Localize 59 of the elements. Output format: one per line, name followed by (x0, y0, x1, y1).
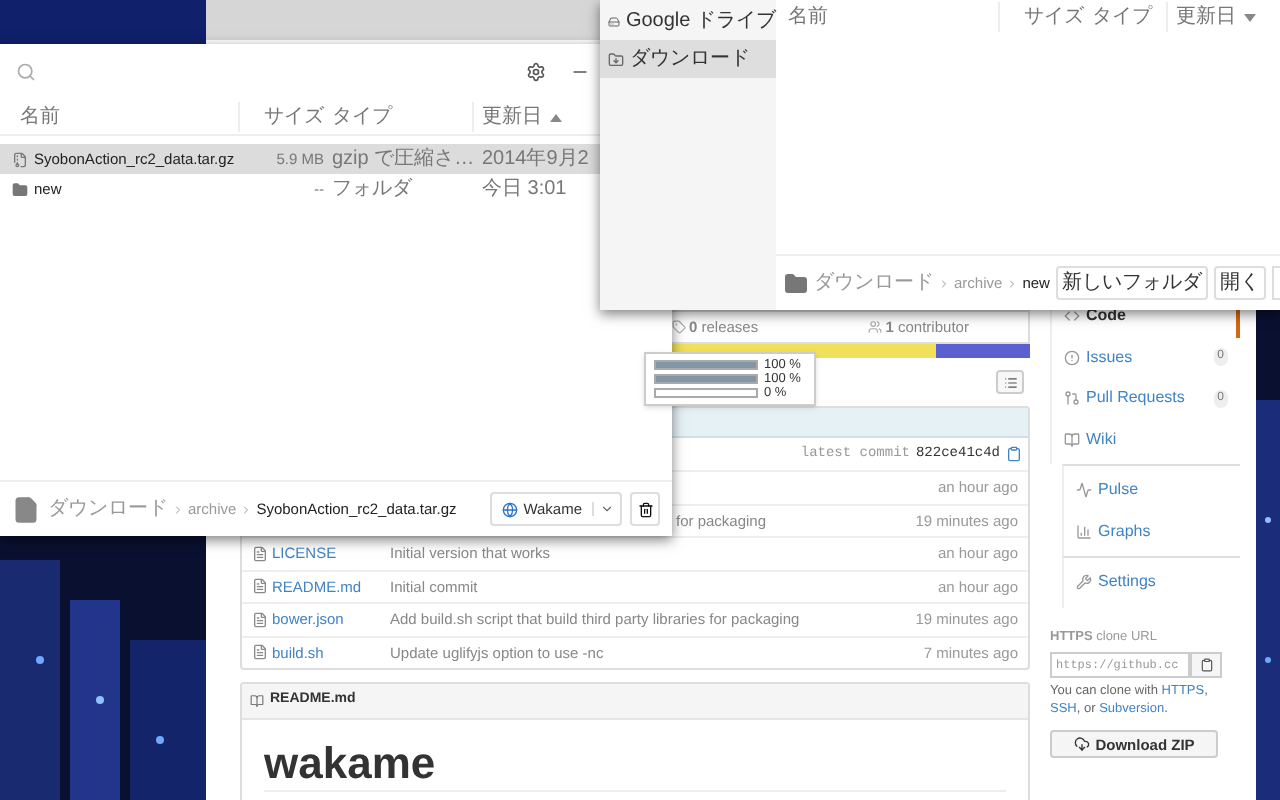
nav-icon (1076, 523, 1092, 540)
column-header[interactable]: サイズ (240, 102, 324, 132)
list-icon (1003, 375, 1017, 389)
file-type: gzip で圧縮さ… (330, 145, 474, 174)
readme-heading: wakame (264, 738, 1006, 792)
chevron-icon (1006, 277, 1019, 289)
sidebar-item[interactable]: Google ドライブ (600, 2, 776, 40)
trash-icon (637, 501, 653, 517)
nav-icon (1064, 308, 1080, 325)
dialog-button[interactable]: 新しいフォルダ (1056, 266, 1208, 300)
cloud-download-icon (1073, 736, 1090, 753)
file-icon (252, 578, 268, 595)
nav-item[interactable]: Wiki (1052, 419, 1240, 460)
breadcrumb-item[interactable]: ダウンロード (48, 494, 168, 524)
sidebar-item[interactable]: ダウンロード (600, 40, 776, 78)
column-header[interactable]: タイプ (1084, 2, 1168, 32)
column-header[interactable]: 名前 (0, 102, 240, 132)
column-header[interactable]: 更新日 (474, 102, 562, 132)
nav-icon (1076, 482, 1092, 499)
nav-icon (1076, 574, 1092, 591)
column-header[interactable]: 名前 (776, 2, 1000, 32)
breadcrumb-item[interactable]: ダウンロード (814, 268, 934, 298)
file-date: 今日 3:01 (480, 176, 567, 204)
archive-icon (12, 151, 28, 167)
column-header[interactable]: タイプ (324, 102, 474, 132)
chevron-icon (938, 277, 950, 289)
folder-icon (608, 51, 624, 67)
file-icon (252, 545, 268, 562)
list-view-button[interactable] (996, 370, 1024, 394)
nav-icon (1064, 390, 1080, 407)
globe-icon (501, 501, 518, 517)
delete-button[interactable] (630, 492, 660, 526)
users-icon (867, 320, 882, 334)
tag-icon (671, 320, 685, 334)
settings-icon[interactable] (526, 62, 546, 82)
nav-icon (1064, 431, 1080, 448)
clipboard-icon (1199, 658, 1213, 673)
nav-item[interactable]: Settings (1064, 562, 1240, 603)
file-icon (252, 611, 268, 628)
file-date: 2014年9月2 (480, 146, 589, 174)
clipboard-icon[interactable] (1006, 446, 1022, 462)
dropdown-icon (600, 502, 614, 516)
file-icon (12, 495, 40, 523)
file-type: フォルダ (330, 176, 415, 204)
search-icon[interactable] (16, 62, 36, 82)
nav-icon (1064, 349, 1080, 366)
column-header[interactable]: 更新日 (1168, 2, 1256, 32)
copy-button[interactable] (1190, 652, 1222, 679)
nav-item[interactable]: Graphs (1064, 511, 1240, 552)
dialog-button[interactable]: 開く (1214, 266, 1266, 300)
chevron-icon (172, 503, 184, 515)
chevron-icon (240, 503, 253, 515)
book-icon (250, 694, 264, 708)
nav-item[interactable]: Pulse (1064, 470, 1240, 511)
file-icon (252, 644, 268, 661)
drive-icon (608, 13, 620, 29)
folder-icon (12, 181, 28, 197)
folder-icon (784, 271, 808, 295)
column-header[interactable]: サイズ (1000, 2, 1084, 32)
